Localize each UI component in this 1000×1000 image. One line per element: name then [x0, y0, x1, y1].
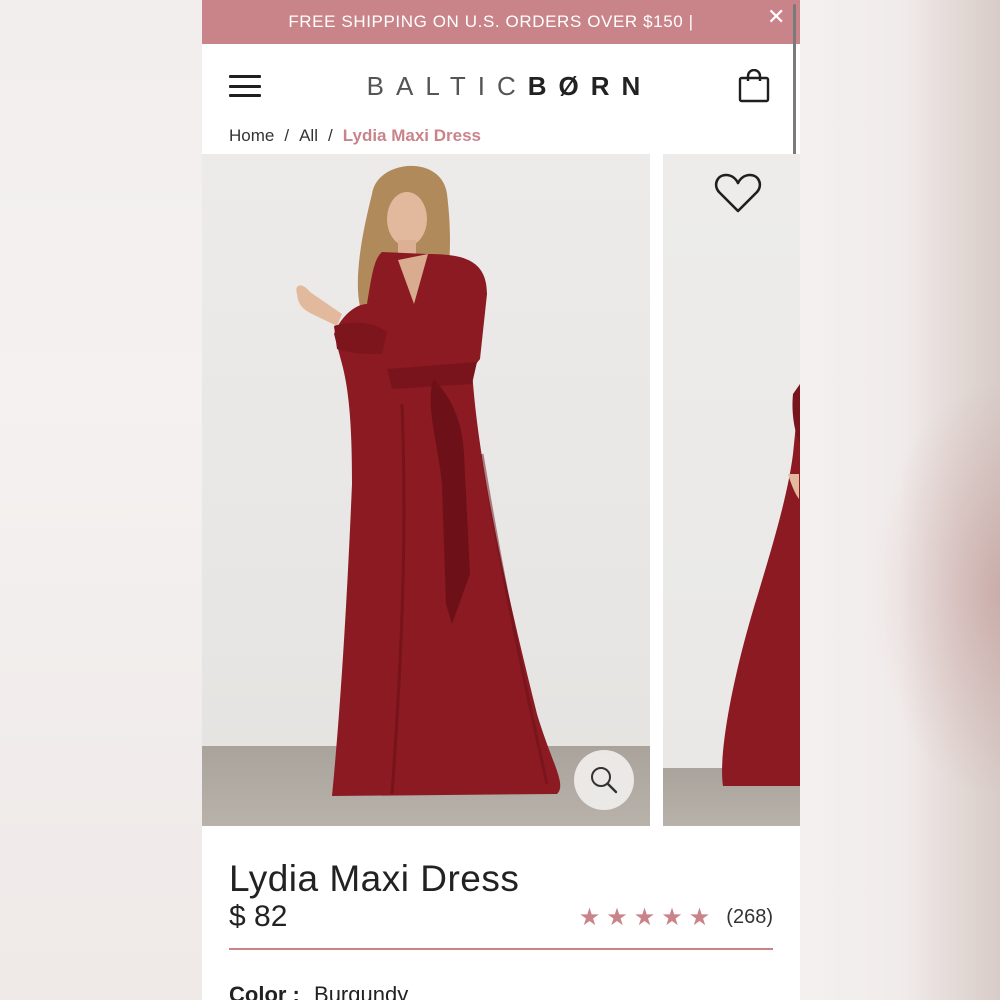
star-icon: ★	[688, 903, 711, 931]
product-info: Lydia Maxi Dress $ 82 ★ ★ ★ ★ ★ (268) Co…	[202, 826, 800, 1000]
review-count[interactable]: (268)	[726, 906, 773, 929]
site-header: BALTIC BØRN	[202, 44, 800, 128]
promo-banner: FREE SHIPPING ON U.S. ORDERS OVER $150 |…	[202, 0, 800, 44]
rating[interactable]: ★ ★ ★ ★ ★ (268)	[579, 903, 773, 931]
product-image-main[interactable]	[202, 154, 650, 826]
breadcrumb-separator: /	[284, 126, 290, 145]
color-selector-label: Color : Burgundy	[229, 982, 773, 1000]
scrollbar[interactable]	[793, 4, 796, 174]
breadcrumb: Home / All / Lydia Maxi Dress	[202, 126, 800, 150]
promo-text: FREE SHIPPING ON U.S. ORDERS OVER $150 |	[288, 12, 694, 31]
star-icon: ★	[661, 903, 683, 931]
breadcrumb-current: Lydia Maxi Dress	[342, 126, 482, 145]
breadcrumb-all[interactable]: All	[299, 126, 318, 146]
backdrop-right	[800, 0, 1000, 1000]
price-row: $ 82 ★ ★ ★ ★ ★ (268)	[229, 900, 773, 934]
product-price: $ 82	[229, 900, 288, 933]
color-value: Burgundy	[314, 982, 409, 1000]
product-title: Lydia Maxi Dress	[229, 858, 520, 899]
brand-logo[interactable]: BALTIC BØRN	[367, 71, 653, 102]
star-icon: ★	[578, 903, 601, 931]
backdrop-left	[0, 0, 202, 1000]
star-icon: ★	[633, 903, 656, 931]
hamburger-icon[interactable]	[229, 75, 261, 97]
product-image-secondary[interactable]	[663, 154, 800, 826]
breadcrumb-separator: /	[328, 126, 333, 145]
close-icon[interactable]: ✕	[767, 6, 786, 28]
product-gallery[interactable]	[202, 154, 800, 826]
zoom-button[interactable]	[574, 750, 634, 810]
heart-icon[interactable]	[714, 172, 762, 214]
logo-born: BØRN	[527, 70, 653, 101]
shopping-bag-icon[interactable]	[738, 68, 770, 103]
breadcrumb-home[interactable]: Home	[229, 126, 274, 146]
star-icon: ★	[606, 903, 628, 931]
product-page: FREE SHIPPING ON U.S. ORDERS OVER $150 |…	[202, 0, 800, 1000]
divider	[229, 948, 773, 950]
color-label: Color :	[229, 982, 300, 1000]
logo-baltic: BALTIC	[366, 70, 528, 101]
magnifier-icon	[591, 767, 618, 794]
